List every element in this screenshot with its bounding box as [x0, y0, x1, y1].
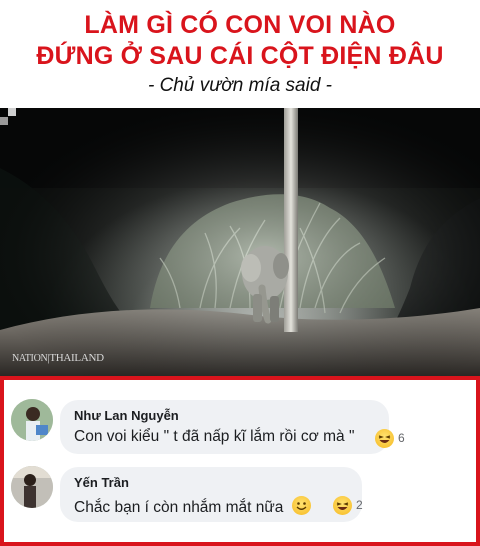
comments-panel: Như Lan Nguyễn Con voi kiểu " t đã nấp k…: [0, 376, 480, 546]
reaction-summary[interactable]: 6: [375, 427, 405, 449]
nation-logo-icon: [0, 108, 16, 125]
avatar-photo-icon: [11, 399, 53, 441]
avatar-photo-icon: [11, 466, 53, 508]
title-line-2: ĐỨNG Ở SAU CÁI CỘT ĐIỆN ĐÂU: [36, 42, 444, 70]
subtitle: - Chủ vườn mía said -: [147, 75, 333, 96]
comment-author[interactable]: Như Lan Nguyễn: [74, 408, 179, 423]
comment-text: Chắc bạn í còn nhắm mắt nữa: [74, 496, 313, 517]
header-banner: LÀM GÌ CÓ CON VOI NÀO ĐỨNG Ở SAU CÁI CỘT…: [0, 0, 480, 108]
photo-scene: [0, 108, 480, 376]
comment-bubble: Yến Trần Chắc bạn í còn nhắm mắt nữa: [60, 467, 362, 522]
title-line-1: LÀM GÌ CÓ CON VOI NÀO: [84, 11, 396, 39]
reaction-count: 6: [398, 431, 405, 445]
comment-author[interactable]: Yến Trần: [74, 475, 129, 490]
reaction-summary[interactable]: 2: [333, 494, 363, 516]
comment-text: Con voi kiểu " t đã nấp kĩ lắm rồi cơ mà…: [74, 428, 355, 445]
elephant-photo: NATION|THAILAND: [0, 108, 480, 376]
smiling-emoji-icon: [291, 496, 311, 515]
comment-bubble: Như Lan Nguyễn Con voi kiểu " t đã nấp k…: [60, 400, 389, 454]
reaction-count: 2: [356, 498, 363, 512]
avatar[interactable]: [11, 466, 53, 508]
watermark-text: NATION|THAILAND: [12, 352, 104, 364]
laughing-emoji-icon: [375, 428, 394, 448]
laughing-emoji-icon: [333, 495, 352, 515]
avatar[interactable]: [11, 399, 53, 441]
